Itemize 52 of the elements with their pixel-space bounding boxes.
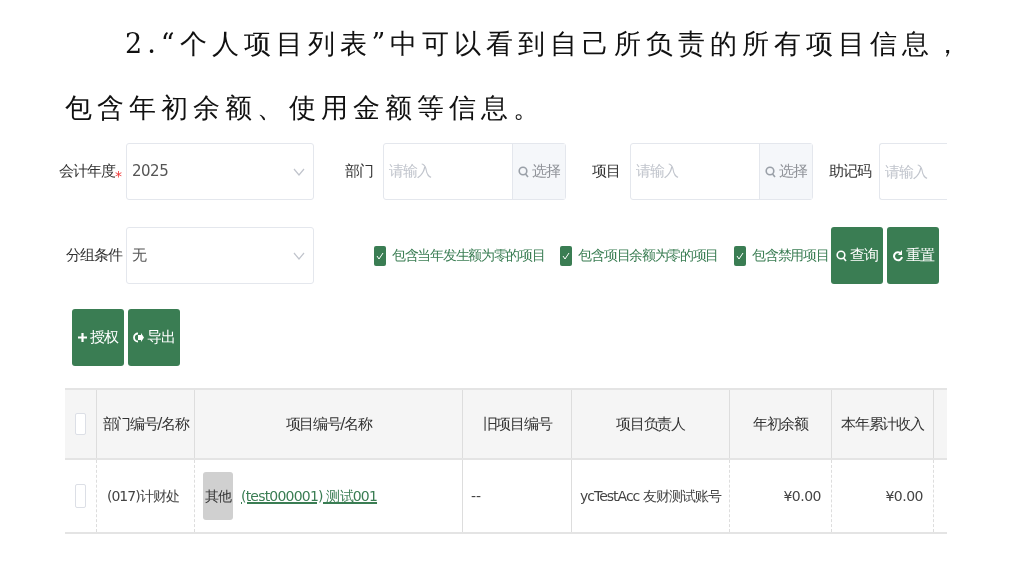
checkbox[interactable]: [734, 245, 747, 266]
required-mark: *: [115, 168, 122, 186]
table-cell-text: ¥0.00: [885, 486, 923, 506]
column-header: 部门编号/名称: [102, 413, 189, 435]
export-icon: [133, 332, 144, 343]
refresh-icon: [892, 249, 903, 262]
table-cell-text: (017)计财处: [107, 486, 179, 506]
search-icon: [765, 165, 776, 178]
checkmark-icon: [376, 251, 384, 260]
column-header: 年初余额: [753, 413, 808, 435]
field-label: 会计年度: [59, 161, 115, 183]
reset-button[interactable]: 重置: [887, 227, 940, 284]
input-field[interactable]: 请输入: [384, 144, 512, 199]
search-icon: [836, 249, 848, 262]
year-select[interactable]: 2025: [126, 143, 314, 200]
chevron-down-icon: [293, 251, 305, 260]
checkmark-icon: [736, 251, 745, 260]
chevron-down-icon: [293, 167, 305, 176]
input-field[interactable]: 请输入: [879, 143, 947, 200]
picker-field[interactable]: 请输入 选择: [383, 143, 566, 200]
row-checkbox[interactable]: [75, 484, 86, 508]
picker-field[interactable]: 请输入 选择: [630, 143, 813, 200]
select-all-checkbox[interactable]: [75, 413, 86, 435]
body-paragraph: 2.“个人项目列表”中可以看到自己所负责的所有项目信息，包含年初余额、使用金额等信息。: [65, 27, 968, 125]
field-label: 部门: [345, 161, 373, 183]
checkbox[interactable]: [560, 245, 573, 266]
column-header: 项目编号/名称: [285, 413, 372, 435]
checkbox-label: 包含项目余额为零的项目: [578, 246, 719, 265]
plus-icon: [78, 333, 87, 342]
export-button[interactable]: 导出: [128, 309, 180, 366]
checkbox-label: 包含当年发生额为零的项目: [392, 246, 545, 265]
select-button[interactable]: 选择: [512, 144, 565, 199]
table-cell-text: --: [471, 486, 482, 506]
column-header: 项目负责人: [616, 413, 685, 435]
checkmark-icon: [562, 251, 571, 260]
table-cell-text: ¥0.00: [783, 486, 821, 506]
checkbox-label: 包含禁用项目: [752, 246, 829, 265]
group-select[interactable]: 无: [126, 227, 314, 284]
field-label: 项目: [592, 161, 620, 183]
select-button[interactable]: 选择: [759, 144, 812, 199]
input-field[interactable]: 请输入: [631, 144, 759, 199]
search-button[interactable]: 查询: [831, 227, 884, 284]
field-label: 分组条件: [66, 245, 122, 267]
column-header: 旧项目编号: [482, 413, 552, 435]
field-label: 助记码: [829, 161, 871, 183]
table-cell-text: ycTestAcc 友财测试账号: [580, 486, 721, 506]
column-header: 本年累计收入: [841, 413, 924, 435]
grant-button[interactable]: 授权: [72, 309, 124, 366]
category-tag: 其他: [203, 472, 233, 520]
project-link[interactable]: (test000001) 测试001: [241, 485, 378, 507]
checkbox[interactable]: [374, 245, 386, 266]
search-icon: [518, 165, 529, 178]
